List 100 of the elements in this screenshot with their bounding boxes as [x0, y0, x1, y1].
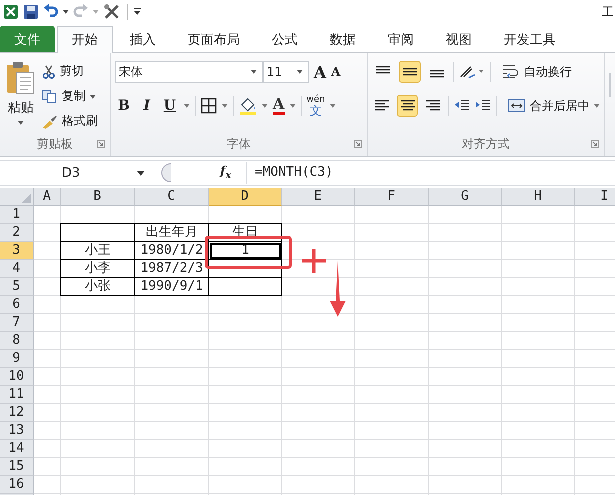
- row-header[interactable]: 6: [0, 296, 34, 314]
- group-label: 字体: [227, 136, 251, 153]
- caret-icon: [251, 70, 257, 74]
- column-header[interactable]: E: [282, 188, 355, 206]
- font-color-button[interactable]: A: [273, 97, 285, 115]
- row-header[interactable]: 3: [0, 242, 34, 260]
- shrink-font-button[interactable]: A: [331, 65, 341, 79]
- font-size-field[interactable]: 11: [263, 61, 309, 83]
- ribbon-tab[interactable]: 开始: [57, 26, 113, 53]
- ribbon-tab[interactable]: 审阅: [373, 26, 429, 52]
- font-name-field[interactable]: 宋体: [115, 61, 263, 83]
- row-header[interactable]: 15: [0, 458, 34, 476]
- row-header[interactable]: 10: [0, 368, 34, 386]
- column-header[interactable]: A: [34, 188, 61, 206]
- copy-icon: [42, 90, 58, 104]
- table-cell-text: 1980/1/2: [140, 242, 204, 260]
- caret-icon: [137, 170, 145, 176]
- caret-icon: [90, 94, 96, 98]
- insert-function-button[interactable]: f$_{x}$: [206, 164, 246, 182]
- column-header[interactable]: I: [575, 188, 615, 206]
- row-header[interactable]: 16: [0, 476, 34, 494]
- fill-bucket-icon[interactable]: [239, 97, 257, 115]
- corner-triangle-icon: [22, 194, 31, 203]
- bold-button[interactable]: B: [115, 98, 133, 114]
- caret-icon[interactable]: [63, 10, 69, 14]
- excel-logo-icon[interactable]: [3, 4, 19, 20]
- row-header[interactable]: 13: [0, 422, 34, 440]
- ribbon-tab[interactable]: 开发工具: [489, 26, 571, 52]
- merge-cells-icon: [508, 98, 526, 114]
- ribbon-tab[interactable]: 视图: [431, 26, 487, 52]
- customize-caret-icon[interactable]: [134, 8, 141, 16]
- ribbon-tab[interactable]: 公式: [257, 26, 313, 52]
- save-icon[interactable]: [23, 4, 39, 20]
- column-header[interactable]: H: [502, 188, 575, 206]
- column-header[interactable]: B: [61, 188, 135, 206]
- scissors-icon: [42, 64, 56, 78]
- wrap-text-icon: [502, 64, 520, 80]
- column-header[interactable]: D: [209, 188, 282, 206]
- italic-button[interactable]: I: [138, 98, 156, 114]
- row-header[interactable]: 12: [0, 404, 34, 422]
- caret-icon[interactable]: [184, 104, 190, 108]
- row-header[interactable]: 14: [0, 440, 34, 458]
- wrap-text-button[interactable]: 自动换行: [502, 62, 572, 82]
- table-cell-text: 出生年月: [145, 224, 199, 242]
- copy-button[interactable]: 复制: [42, 86, 98, 107]
- caret-icon[interactable]: [290, 104, 296, 108]
- dialog-launcher-icon[interactable]: [354, 140, 362, 148]
- name-box[interactable]: D3: [0, 162, 150, 184]
- row-header[interactable]: 5: [0, 278, 34, 296]
- formula-input[interactable]: =MONTH(C3): [246, 162, 615, 184]
- cut-button[interactable]: 剪切: [42, 61, 98, 82]
- brush-icon: [42, 114, 58, 128]
- row-header[interactable]: 7: [0, 314, 34, 332]
- table-cell-text: 1990/9/1: [140, 278, 204, 296]
- format-painter-button[interactable]: 格式刷: [42, 111, 98, 132]
- phonetic-guide-button[interactable]: wén 文: [306, 96, 326, 116]
- dialog-launcher-icon[interactable]: [591, 140, 599, 148]
- table-cell-text: 小李: [84, 260, 112, 278]
- group-label: 剪贴板: [37, 136, 73, 153]
- dialog-launcher-icon[interactable]: [97, 140, 105, 148]
- borders-icon[interactable]: [201, 98, 217, 114]
- table-cell-text: 小张: [84, 278, 112, 296]
- clipboard-icon: [6, 61, 36, 95]
- undo-icon[interactable]: [43, 4, 59, 20]
- align-lines-icon: [374, 99, 390, 113]
- table-cell-text: 小王: [84, 242, 112, 260]
- underline-button[interactable]: U: [161, 98, 179, 114]
- ribbon-tab[interactable]: 数据: [315, 26, 371, 52]
- horizontal-align-button[interactable]: [397, 95, 418, 117]
- column-header[interactable]: F: [355, 188, 429, 206]
- tools-icon[interactable]: [103, 3, 121, 21]
- text-orientation-icon[interactable]: [459, 65, 485, 79]
- merge-center-button[interactable]: 合并后居中: [508, 96, 600, 116]
- group-label: 对齐方式: [462, 136, 510, 153]
- caret-icon: [594, 104, 600, 108]
- ribbon-tab[interactable]: 插入: [115, 26, 171, 52]
- column-header[interactable]: G: [429, 188, 502, 206]
- decrease-indent-icon[interactable]: [454, 99, 470, 113]
- row-header[interactable]: 2: [0, 224, 34, 242]
- grow-font-button[interactable]: A: [314, 62, 326, 82]
- row-header[interactable]: 9: [0, 350, 34, 368]
- row-header[interactable]: 4: [0, 260, 34, 278]
- row-header[interactable]: 8: [0, 332, 34, 350]
- align-lines-icon: [400, 99, 416, 113]
- row-header[interactable]: 1: [0, 206, 34, 224]
- paste-button[interactable]: 粘贴: [4, 59, 38, 132]
- vertical-align-button[interactable]: [399, 61, 421, 83]
- row-header[interactable]: 11: [0, 386, 34, 404]
- ribbon-tab[interactable]: 页面布局: [173, 26, 255, 52]
- increase-indent-icon[interactable]: [475, 99, 492, 113]
- caret-icon: [297, 70, 303, 74]
- align-lines-icon: [424, 99, 441, 113]
- caret-icon: [18, 121, 24, 125]
- caret-icon[interactable]: [330, 104, 336, 108]
- file-tab[interactable]: 文件: [0, 26, 55, 52]
- plus-mark: [300, 247, 328, 275]
- window-title: 工: [602, 4, 614, 20]
- caret-icon[interactable]: [262, 104, 268, 108]
- caret-icon[interactable]: [222, 104, 228, 108]
- column-header[interactable]: C: [135, 188, 209, 206]
